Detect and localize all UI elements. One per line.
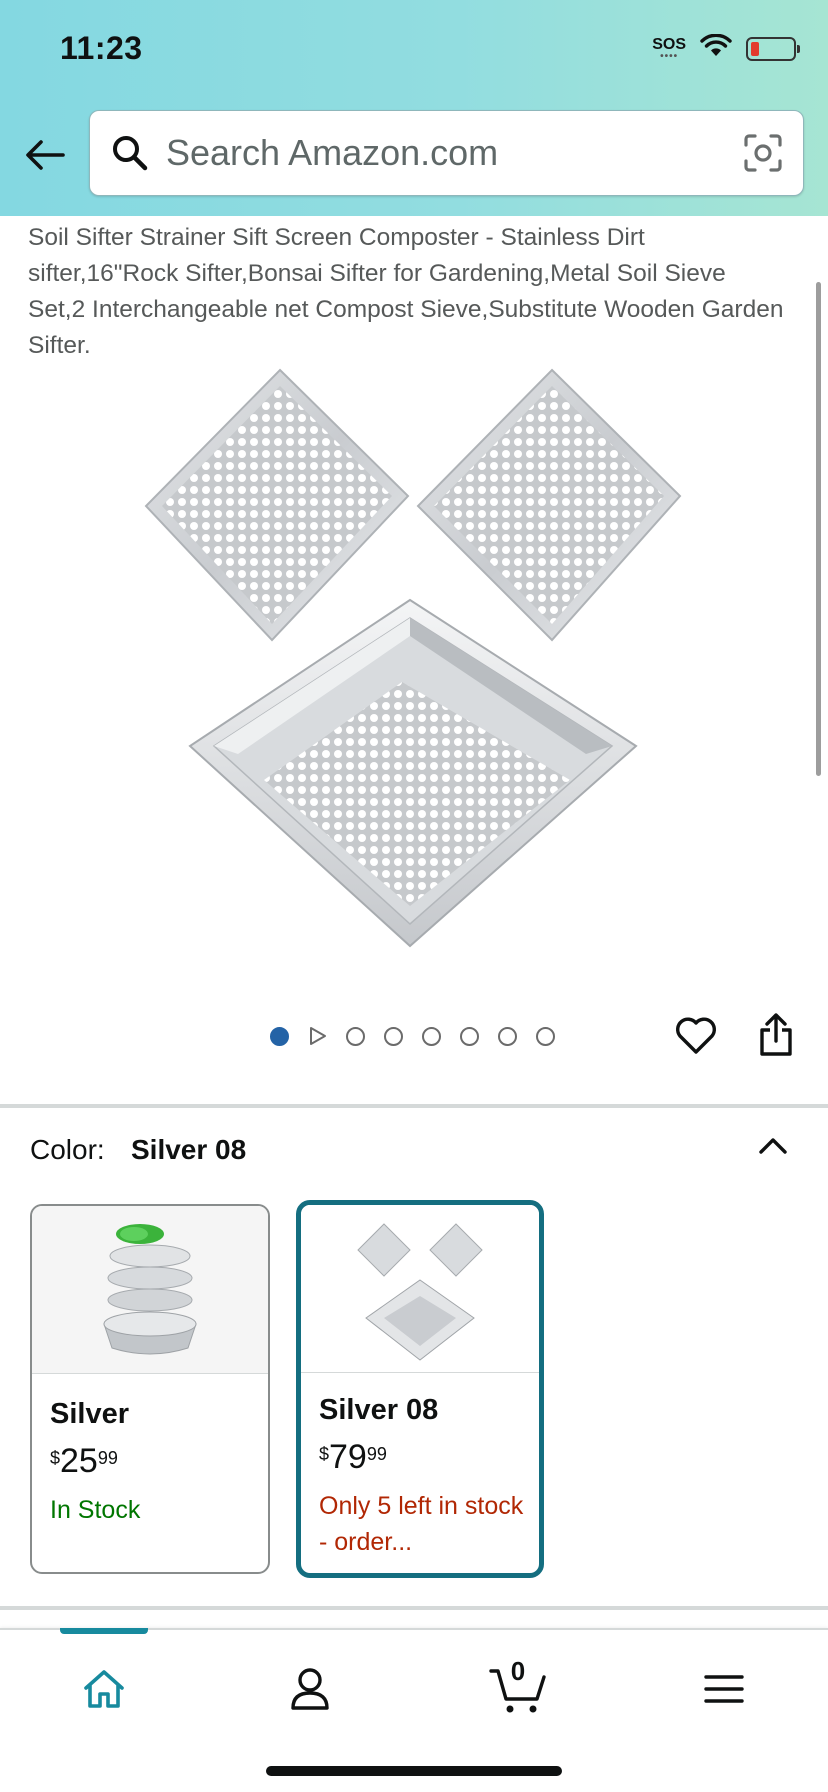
swatch-name: Silver [50,1398,129,1430]
section-divider [0,1104,828,1108]
hamburger-menu-icon [704,1675,744,1703]
home-indicator[interactable] [266,1766,562,1776]
home-icon [84,1670,124,1708]
price-whole: 79 [329,1438,367,1476]
product-image[interactable] [140,364,688,960]
sos-label: SOS [652,35,686,53]
nav-active-indicator [60,1628,148,1634]
battery-icon [746,36,800,61]
image-carousel-dots [270,1024,555,1048]
swatch-price: $ 25 99 [50,1442,118,1480]
nav-home[interactable] [72,1660,136,1718]
swatch-image [32,1206,268,1374]
carousel-dot[interactable] [346,1026,365,1046]
wifi-icon [700,33,732,63]
color-swatch-silver-08[interactable]: Silver 08 $ 79 99 Only 5 left in stock -… [296,1200,544,1578]
camera-search-icon[interactable] [739,129,787,177]
price-fraction: 99 [97,1448,118,1468]
stock-status: In Stock [50,1496,141,1524]
back-arrow-icon [26,140,65,170]
video-play-icon[interactable] [308,1027,327,1046]
share-icon[interactable] [752,1010,800,1060]
wishlist-heart-icon[interactable] [672,1012,720,1060]
color-swatch-silver[interactable]: Silver $ 25 99 In Stock [30,1204,270,1574]
status-icons: SOS •••• [652,33,800,63]
account-person-icon [291,1668,329,1710]
nav-cart[interactable]: 0 [484,1656,554,1718]
search-bar[interactable] [89,110,804,196]
scrollbar[interactable] [816,282,821,776]
search-icon[interactable] [108,131,152,175]
nav-menu[interactable] [692,1660,756,1718]
selected-color-value: Silver 08 [131,1134,247,1165]
battery-level [751,41,759,56]
carousel-dot[interactable] [460,1026,479,1046]
carousel-dot[interactable] [536,1026,555,1046]
carousel-dot-active[interactable] [270,1026,289,1046]
carousel-dot[interactable] [384,1026,403,1046]
cart-count: 0 [510,1656,526,1686]
price-fraction: 99 [366,1444,387,1464]
stock-status: Only 5 left in stock - order... [319,1492,524,1556]
section-divider [0,1606,828,1610]
back-button[interactable] [22,132,68,178]
swatch-image [301,1205,539,1373]
sos-indicator: SOS •••• [652,35,686,62]
price-symbol: $ [50,1448,61,1468]
header: 11:23 SOS •••• [0,0,828,216]
swatch-price: $ 79 99 [319,1438,387,1476]
signal-dots-icon: •••• [660,50,679,62]
product-title[interactable]: Soil Sifter Strainer Sift Screen Compost… [28,220,788,364]
collapse-chevron-up-icon[interactable] [752,1128,794,1164]
swatch-name: Silver 08 [319,1394,439,1426]
price-symbol: $ [319,1444,330,1464]
status-time: 11:23 [60,30,143,66]
carousel-dot[interactable] [498,1026,517,1046]
price-whole: 25 [60,1442,98,1480]
color-label: Color: [30,1134,105,1165]
nav-account[interactable] [278,1660,342,1718]
search-input[interactable] [166,132,739,174]
carousel-dot[interactable] [422,1026,441,1046]
